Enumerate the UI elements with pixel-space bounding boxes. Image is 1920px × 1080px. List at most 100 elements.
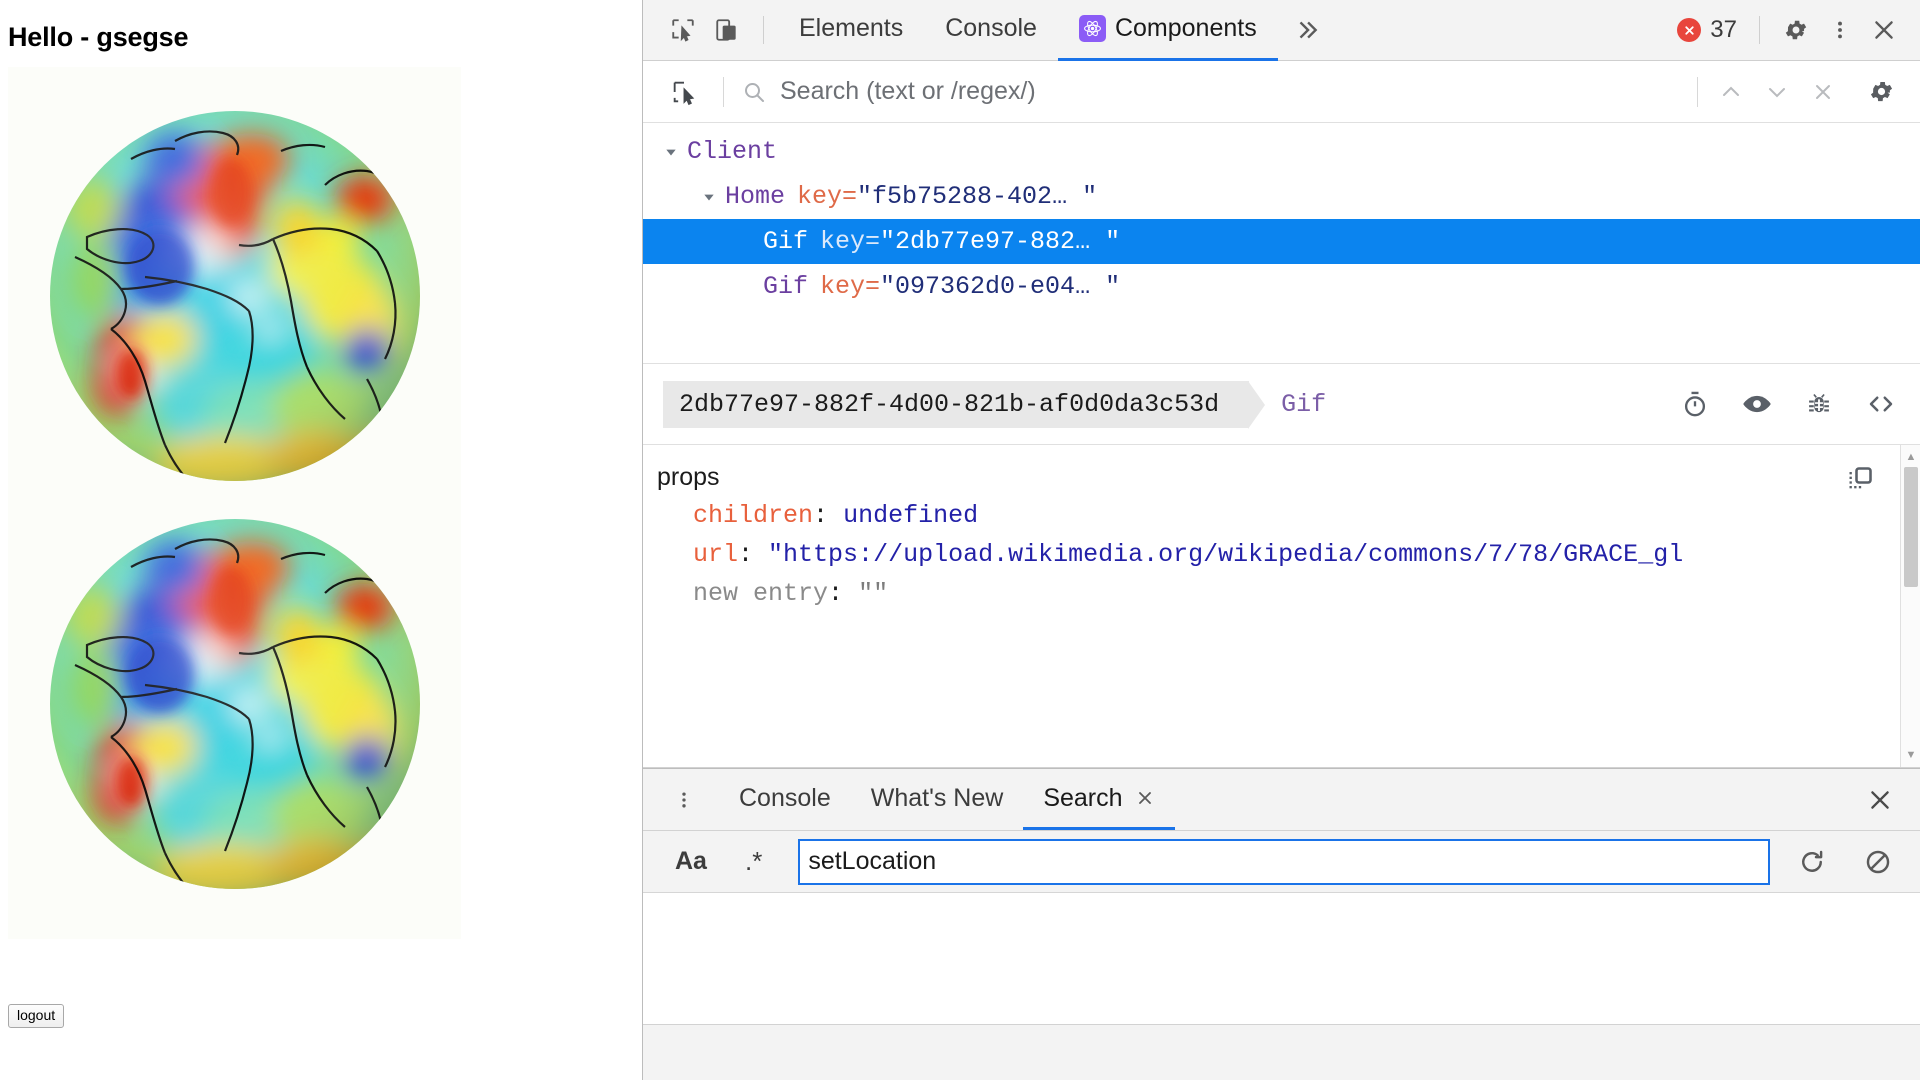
component-prop-key: key= <box>797 182 857 211</box>
search-clear-icon[interactable] <box>1800 70 1846 114</box>
prop-key: children <box>693 501 813 530</box>
eye-icon[interactable] <box>1740 387 1774 421</box>
drawer-tab-console[interactable]: Console <box>719 769 851 830</box>
component-prop-value: "f5b75288-402… " <box>857 182 1097 211</box>
breadcrumb-actions <box>1678 387 1898 421</box>
prop-separator: : <box>828 579 843 608</box>
tree-row-gif-2[interactable]: Gif key= "097362d0-e04… " <box>643 264 1920 309</box>
tab-components[interactable]: Components <box>1058 0 1278 61</box>
app-root: Hello - gsegse <box>0 0 1920 1080</box>
component-name: Gif <box>763 272 808 301</box>
web-page-pane: Hello - gsegse <box>0 0 642 1080</box>
bug-icon[interactable] <box>1802 387 1836 421</box>
tree-row-gif-selected[interactable]: Gif key= "2db77e97-882… " <box>643 219 1920 264</box>
gif-item-0[interactable] <box>8 67 461 519</box>
gif-item-1[interactable] <box>8 519 461 939</box>
component-name: Client <box>687 137 777 166</box>
prop-key: new entry <box>693 579 828 608</box>
search-divider <box>723 77 724 107</box>
component-tree: Client Home key= "f5b75288-402… " Gif ke… <box>643 123 1920 363</box>
drawer-tab-whats-new-label: What's New <box>871 784 1004 813</box>
prop-key: url <box>693 540 738 569</box>
close-icon[interactable] <box>1862 8 1906 52</box>
clear-icon[interactable] <box>1854 840 1902 884</box>
grace-globe-image-1 <box>35 519 435 912</box>
drawer-status-bar <box>643 1024 1920 1080</box>
chevron-down-icon[interactable] <box>1754 70 1800 114</box>
tab-console-label: Console <box>945 14 1037 43</box>
devtools-tab-strip: Elements Console Components <box>778 0 1278 61</box>
error-count-label: 37 <box>1710 16 1737 44</box>
devtools-toolbar: Elements Console Components <box>643 0 1920 61</box>
selected-component-breadcrumb: 2db77e97-882f-4d00-821b-af0d0da3c53d Gif <box>643 363 1920 445</box>
props-panel: props children: undefined url: "https://… <box>643 445 1920 768</box>
scroll-down-icon[interactable]: ▼ <box>1901 745 1920 765</box>
tab-console[interactable]: Console <box>924 0 1058 61</box>
close-drawer-icon[interactable] <box>1858 778 1902 822</box>
inspect-element-icon[interactable] <box>661 8 705 52</box>
page-title: Hello - gsegse <box>8 22 642 53</box>
toolbar-divider-2 <box>1759 16 1760 44</box>
tree-row-home[interactable]: Home key= "f5b75288-402… " <box>643 174 1920 219</box>
gear-icon[interactable] <box>1774 8 1818 52</box>
drawer-tab-console-label: Console <box>739 784 831 813</box>
refresh-icon[interactable] <box>1788 840 1836 884</box>
match-case-button[interactable]: Aa <box>665 843 717 880</box>
close-icon[interactable] <box>1135 788 1155 808</box>
prop-row-new-entry[interactable]: new entry: "" <box>655 574 1920 613</box>
prop-value: "https://upload.wikimedia.org/wikipedia/… <box>768 540 1683 569</box>
drawer-tab-strip: Console What's New Search <box>643 769 1920 831</box>
component-prop-key: key= <box>820 272 880 301</box>
prop-row-url[interactable]: url: "https://upload.wikimedia.org/wikip… <box>655 535 1920 574</box>
prop-row-children[interactable]: children: undefined <box>655 496 1920 535</box>
prop-separator: : <box>738 540 753 569</box>
tab-elements[interactable]: Elements <box>778 0 924 61</box>
drawer-search-input[interactable] <box>798 839 1770 885</box>
chevron-down-icon[interactable] <box>661 145 681 159</box>
components-settings-gear-icon[interactable] <box>1858 70 1904 114</box>
error-count-badge[interactable]: 37 <box>1669 16 1745 44</box>
drawer-menu-icon[interactable] <box>663 779 705 821</box>
prop-separator: : <box>813 501 828 530</box>
grace-globe-image-0 <box>35 89 435 504</box>
search-icon <box>742 80 766 104</box>
gif-list <box>0 67 642 939</box>
prop-value: "" <box>858 579 888 608</box>
code-icon[interactable] <box>1864 387 1898 421</box>
toolbar-divider <box>763 16 764 44</box>
select-component-icon[interactable] <box>661 70 707 114</box>
component-name: Gif <box>763 227 808 256</box>
kebab-menu-icon[interactable] <box>1818 8 1862 52</box>
scrollbar-thumb[interactable] <box>1904 467 1918 587</box>
react-atom-icon <box>1079 15 1106 42</box>
component-prop-value: "2db77e97-882… " <box>880 227 1120 256</box>
drawer-search-row: Aa .* <box>643 831 1920 893</box>
chevron-down-icon[interactable] <box>699 190 719 204</box>
prop-value: undefined <box>843 501 978 530</box>
tree-row-client[interactable]: Client <box>643 129 1920 174</box>
drawer-tab-search[interactable]: Search <box>1023 769 1174 830</box>
error-circle-icon <box>1677 18 1701 42</box>
logout-button[interactable]: logout <box>8 1004 64 1028</box>
chevron-double-right-icon[interactable] <box>1278 17 1336 43</box>
use-regex-button[interactable]: .* <box>735 842 772 881</box>
component-prop-value: "097362d0-e04… " <box>880 272 1120 301</box>
breadcrumb-component-name[interactable]: Gif <box>1281 390 1326 419</box>
device-toolbar-icon[interactable] <box>705 8 749 52</box>
drawer-tab-search-label: Search <box>1043 784 1122 813</box>
copy-props-icon[interactable] <box>1846 465 1874 493</box>
search-divider-2 <box>1697 77 1698 107</box>
chevron-up-icon[interactable] <box>1708 70 1754 114</box>
tab-elements-label: Elements <box>799 14 903 43</box>
tab-components-label: Components <box>1115 14 1257 43</box>
props-scrollbar[interactable]: ▲ ▼ <box>1900 445 1920 767</box>
drawer-tab-whats-new[interactable]: What's New <box>851 769 1024 830</box>
props-content: props children: undefined url: "https://… <box>643 445 1920 613</box>
component-prop-key: key= <box>820 227 880 256</box>
breadcrumb-key-chip[interactable]: 2db77e97-882f-4d00-821b-af0d0da3c53d <box>663 381 1249 428</box>
component-name: Home <box>725 182 785 211</box>
scroll-up-icon[interactable]: ▲ <box>1901 447 1920 467</box>
stopwatch-icon[interactable] <box>1678 387 1712 421</box>
components-search-bar <box>643 61 1920 123</box>
components-search-input[interactable] <box>780 77 1687 106</box>
